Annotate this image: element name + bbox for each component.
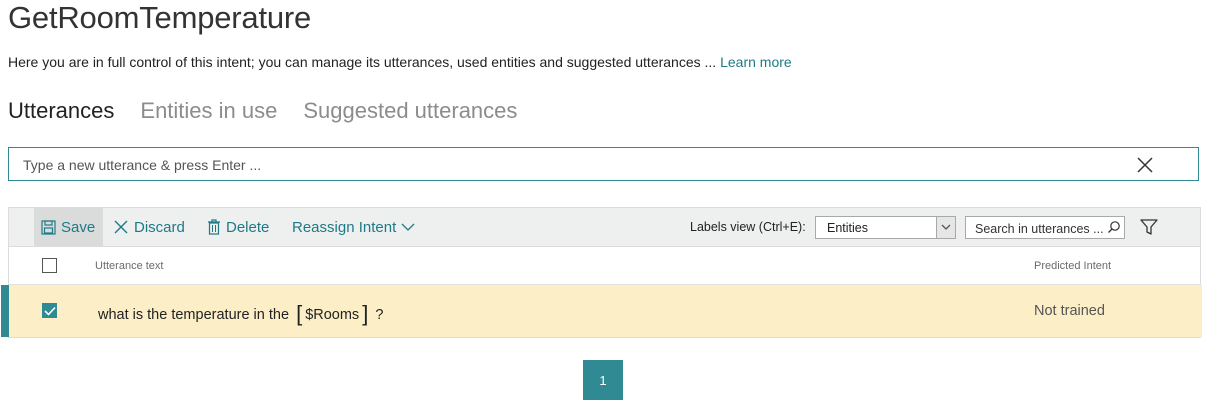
save-button[interactable]: Save bbox=[34, 208, 103, 246]
page-description: Here you are in full control of this int… bbox=[8, 54, 792, 70]
labels-view-value: Entities bbox=[827, 221, 868, 235]
column-header-predicted-intent: Predicted Intent bbox=[1034, 260, 1112, 272]
page-title: GetRoomTemperature bbox=[8, 0, 312, 35]
utterance-text-after: ? bbox=[375, 307, 384, 323]
reassign-label: Reassign Intent bbox=[292, 218, 397, 236]
row-checkbox[interactable] bbox=[42, 303, 57, 318]
delete-label: Delete bbox=[226, 218, 270, 236]
tab-suggested-utterances[interactable]: Suggested utterances bbox=[303, 98, 517, 124]
utterance-text[interactable]: what is the temperature in the [$Rooms] … bbox=[98, 301, 383, 327]
reassign-intent-button[interactable]: Reassign Intent bbox=[292, 208, 415, 246]
search-utterances-input[interactable] bbox=[973, 220, 1107, 238]
tab-utterances[interactable]: Utterances bbox=[8, 98, 114, 124]
utterance-text-before: what is the temperature in the bbox=[98, 307, 290, 323]
column-header-utterance: Utterance text bbox=[95, 260, 164, 272]
tab-bar: Utterances Entities in use Suggested utt… bbox=[8, 98, 517, 124]
chevron-down-icon bbox=[401, 222, 415, 232]
discard-button[interactable]: Discard bbox=[113, 208, 185, 246]
dropdown-arrow-icon bbox=[936, 217, 955, 238]
utterances-toolbar: Save Discard Delete Reassign Intent Labe… bbox=[9, 208, 1200, 247]
save-label: Save bbox=[61, 218, 96, 236]
pagination-page-button[interactable]: 1 bbox=[583, 360, 623, 400]
select-all-checkbox[interactable] bbox=[42, 258, 57, 273]
selected-row-indicator bbox=[1, 285, 9, 337]
entity-bracket-close: ] bbox=[362, 301, 369, 326]
table-row[interactable]: what is the temperature in the [$Rooms] … bbox=[1, 285, 1202, 337]
table-header-row: Utterance text Predicted Intent bbox=[9, 247, 1200, 285]
entity-label[interactable]: $Rooms bbox=[305, 307, 359, 323]
search-utterances-box bbox=[965, 216, 1125, 239]
labels-view-label: Labels view (Ctrl+E): bbox=[690, 220, 806, 234]
close-icon bbox=[113, 219, 129, 235]
entity-bracket-open: [ bbox=[296, 301, 303, 326]
predicted-intent-value: Not trained bbox=[1034, 303, 1105, 319]
new-utterance-input[interactable] bbox=[21, 154, 1125, 176]
description-text: Here you are in full control of this int… bbox=[8, 54, 717, 70]
clear-input-icon[interactable] bbox=[1136, 156, 1154, 174]
delete-button[interactable]: Delete bbox=[207, 208, 269, 246]
discard-label: Discard bbox=[134, 218, 185, 236]
filter-icon[interactable] bbox=[1140, 219, 1158, 240]
tab-entities-in-use[interactable]: Entities in use bbox=[140, 98, 277, 124]
labels-view-select[interactable]: Entities bbox=[815, 216, 956, 239]
utterances-table: Save Discard Delete Reassign Intent Labe… bbox=[1, 207, 1202, 338]
search-icon[interactable] bbox=[1107, 220, 1121, 239]
trash-icon bbox=[207, 219, 221, 235]
floppy-disk-icon bbox=[41, 219, 56, 235]
new-utterance-box bbox=[8, 147, 1199, 181]
learn-more-link[interactable]: Learn more bbox=[720, 54, 792, 70]
